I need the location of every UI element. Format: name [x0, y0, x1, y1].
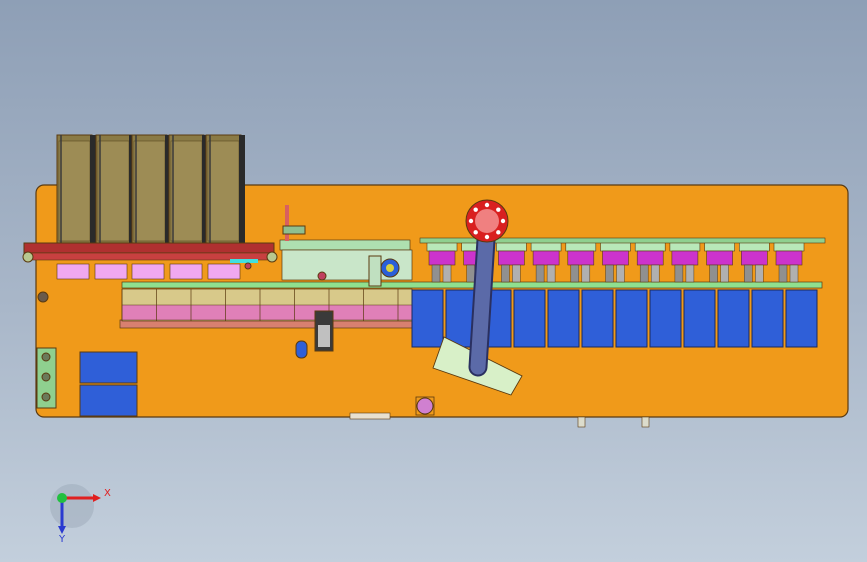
triad-origin [57, 493, 67, 503]
machine-assembly-model[interactable] [22, 134, 849, 428]
bracket-hole [41, 372, 51, 382]
magazine-inner [58, 140, 91, 242]
tray-1 [411, 289, 444, 348]
flange-bore [475, 209, 499, 233]
grid-table-pink [121, 304, 413, 321]
conveyor-roller-left [22, 251, 34, 263]
station-block [775, 250, 803, 266]
station-block [671, 250, 699, 266]
flange-bolt [484, 202, 490, 208]
pink-pad [169, 263, 203, 280]
station-gripper [431, 264, 441, 283]
pink-button [416, 397, 434, 415]
tray-11 [751, 289, 784, 348]
station-gripper [650, 264, 660, 283]
magazine-inner [170, 140, 203, 242]
sensor-head [282, 225, 306, 235]
x-axis-arrowhead [93, 494, 101, 502]
flange-bolt [496, 207, 501, 212]
drawer-bottom [79, 384, 138, 417]
station-block [636, 250, 664, 266]
station-gripper [720, 264, 729, 283]
triad-shadow [50, 484, 94, 528]
tray-5 [547, 289, 580, 348]
bottom-tab [349, 412, 391, 420]
tray-12 [785, 289, 818, 348]
blue-knob [295, 340, 308, 359]
flange-bolt [473, 230, 478, 235]
magazine-inner [207, 140, 240, 242]
valve-left [244, 262, 252, 270]
conveyor-lower [23, 252, 275, 261]
foot-tab [641, 416, 650, 428]
transfer-plate [279, 239, 411, 251]
station-gripper [744, 264, 753, 283]
mounting-knob [37, 291, 49, 303]
valve [317, 271, 327, 281]
station-block [567, 250, 595, 266]
pink-pad [207, 263, 241, 280]
station-gripper [639, 264, 649, 283]
station-gripper [605, 264, 614, 283]
station-gripper [546, 264, 556, 283]
motor-hub [386, 264, 394, 272]
station-gripper [570, 264, 580, 283]
station-gripper [674, 264, 684, 283]
conveyor-belt [23, 242, 275, 254]
robot-arm [470, 216, 495, 375]
tray-4 [513, 289, 546, 348]
sensor-post [285, 205, 289, 241]
pink-pad [131, 263, 165, 280]
flange-bolt [484, 234, 490, 240]
flange-bolt [500, 218, 506, 224]
station-block [532, 250, 560, 266]
station-gripper [685, 264, 695, 283]
station-block [602, 250, 629, 266]
magazine-divider [239, 135, 245, 245]
drawer-top [79, 351, 138, 384]
station-gripper [466, 264, 475, 283]
x-axis-label: X [104, 488, 111, 499]
foot-tab [577, 416, 586, 428]
cad-viewport[interactable]: X Y [0, 0, 867, 562]
station-gripper [512, 264, 521, 283]
station-gripper [501, 264, 510, 283]
coordinate-triad: X Y [50, 484, 111, 545]
station-gripper [616, 264, 625, 283]
tray-8 [649, 289, 682, 348]
tray-7 [615, 289, 648, 348]
tray-10 [717, 289, 750, 348]
flange-bolt [496, 230, 501, 235]
pink-pad [56, 263, 90, 280]
station-block [740, 250, 768, 266]
station-gripper [535, 264, 545, 283]
flange-bolt [473, 207, 478, 212]
magazine-divider [90, 135, 96, 245]
magazine-inner [97, 140, 130, 242]
station-gripper [789, 264, 799, 283]
motor-mount [368, 255, 382, 287]
station-block [498, 250, 525, 266]
y-axis-arrowhead [58, 526, 66, 534]
bracket-hole [41, 352, 51, 362]
station-gripper [442, 264, 452, 283]
bracket-hole [41, 392, 51, 402]
station-block [428, 250, 456, 266]
main-rail [121, 281, 823, 289]
pink-pad [94, 263, 128, 280]
cylinder-rod [318, 325, 330, 347]
flange-bolt [468, 218, 474, 224]
tray-9 [683, 289, 716, 348]
station-gripper [778, 264, 788, 283]
y-axis-label: Y [58, 534, 66, 545]
station-gripper [709, 264, 718, 283]
conveyor-roller-right [266, 251, 278, 263]
tray-6 [581, 289, 614, 348]
magazine-inner [133, 140, 166, 242]
cyan-marker [230, 259, 258, 263]
station-gripper [581, 264, 591, 283]
station-gripper [755, 264, 764, 283]
station-block [706, 250, 733, 266]
